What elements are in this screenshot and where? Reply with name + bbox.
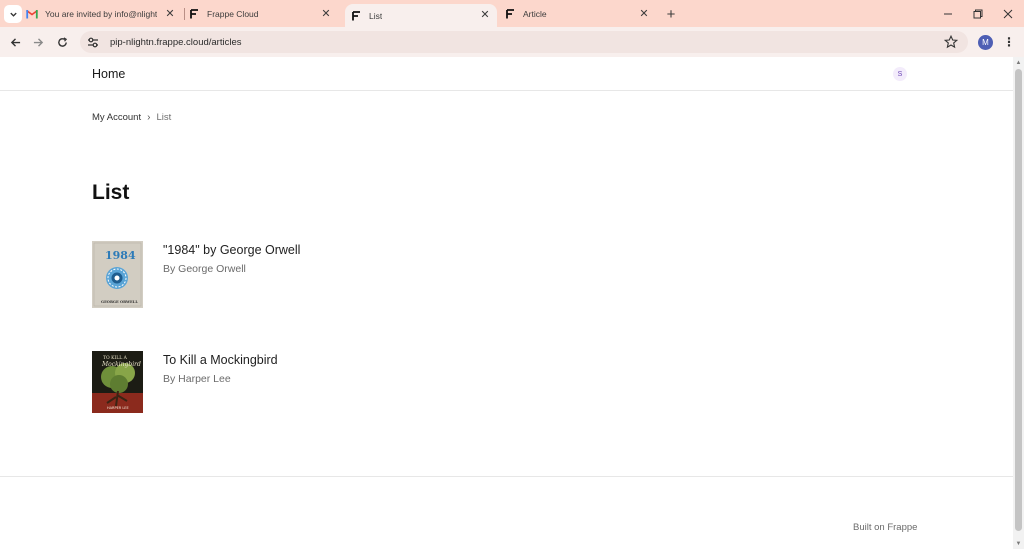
article-author: By George Orwell	[163, 263, 246, 275]
frappe-icon	[504, 8, 516, 20]
list-item[interactable]: 1984 GEORGE ORWELL "1984" by George Orwe…	[92, 241, 300, 308]
list-item[interactable]: TO KILL A Mockingbird HARPER LEE To Kill…	[92, 351, 278, 413]
profile-avatar[interactable]: M	[978, 35, 993, 50]
site-footer: Built on Frappe	[0, 476, 1013, 549]
breadcrumb: My Account › List	[92, 112, 171, 123]
chevron-right-icon: ›	[147, 112, 151, 123]
minimize-button[interactable]	[933, 0, 963, 27]
tab-list[interactable]: List ✕	[345, 4, 497, 27]
tab-title: Article	[523, 8, 547, 19]
frappe-icon	[188, 8, 200, 20]
arrow-left-icon	[10, 37, 20, 47]
scroll-down-icon[interactable]: ▼	[1015, 540, 1022, 547]
cover-mockingbird-image[interactable]: TO KILL A Mockingbird HARPER LEE	[92, 351, 143, 413]
close-window-button[interactable]	[993, 0, 1023, 27]
scrollbar[interactable]: ▲ ▼	[1013, 57, 1024, 549]
restore-button[interactable]	[963, 0, 993, 27]
tab-title: Frappe Cloud	[207, 8, 259, 19]
forward-button[interactable]	[29, 33, 47, 51]
cover-title-text: 1984	[105, 249, 136, 262]
reload-button[interactable]	[53, 33, 71, 51]
chevron-down-icon	[9, 12, 17, 17]
home-link[interactable]: Home	[92, 67, 125, 81]
cover-title-text: Mockingbird	[101, 361, 141, 368]
url-text[interactable]: pip-nlightn.frappe.cloud/articles	[110, 37, 242, 48]
close-icon[interactable]: ✕	[479, 8, 491, 21]
star-icon[interactable]	[944, 35, 958, 49]
tab-divider	[184, 8, 185, 20]
user-avatar[interactable]: S	[893, 67, 907, 81]
scroll-up-icon[interactable]: ▲	[1015, 59, 1022, 66]
site-settings-icon[interactable]	[87, 35, 101, 49]
breadcrumb-current: List	[156, 112, 172, 123]
close-icon	[1003, 9, 1013, 18]
tab-strip: You are invited by info@nlightn ✕ Frappe…	[0, 0, 1024, 27]
reload-icon	[57, 36, 67, 47]
scrollbar-thumb[interactable]	[1015, 69, 1022, 531]
tab-gmail[interactable]: You are invited by info@nlightn ✕	[26, 0, 182, 27]
close-icon[interactable]: ✕	[164, 7, 176, 20]
built-on-frappe-link[interactable]: Built on Frappe	[853, 522, 917, 533]
breadcrumb-my-account[interactable]: My Account	[92, 112, 141, 123]
browser-toolbar: pip-nlightn.frappe.cloud/articles	[0, 27, 1024, 57]
close-icon[interactable]: ✕	[638, 7, 650, 20]
new-tab-button[interactable]: +	[662, 5, 680, 23]
tab-frappe-cloud[interactable]: Frappe Cloud ✕	[188, 0, 338, 27]
minimize-icon	[944, 13, 952, 14]
tab-article[interactable]: Article ✕	[504, 0, 656, 27]
page-title: List	[92, 181, 130, 204]
article-title[interactable]: "1984" by George Orwell	[163, 243, 300, 257]
cover-author-text: GEORGE ORWELL	[101, 300, 138, 304]
cover-author-text: HARPER LEE	[107, 406, 129, 410]
back-button[interactable]	[6, 33, 24, 51]
page-viewport: Home S My Account › List List 1984 GEORG…	[0, 57, 1013, 549]
arrow-right-icon	[33, 37, 43, 47]
plus-icon: +	[666, 5, 676, 23]
close-icon[interactable]: ✕	[320, 7, 332, 20]
tab-title: List	[369, 10, 383, 21]
cover-1984-image[interactable]: 1984 GEORGE ORWELL	[92, 241, 143, 308]
article-author: By Harper Lee	[163, 373, 231, 385]
article-title[interactable]: To Kill a Mockingbird	[163, 353, 278, 367]
address-bar[interactable]: pip-nlightn.frappe.cloud/articles	[80, 31, 968, 53]
frappe-icon	[350, 10, 362, 22]
tab-search-button[interactable]	[4, 5, 22, 23]
more-menu-icon[interactable]: ⋮	[1002, 34, 1016, 50]
tab-title: You are invited by info@nlightn	[45, 8, 157, 19]
gmail-icon	[26, 8, 38, 20]
restore-icon	[973, 9, 983, 18]
site-navbar: Home S	[0, 57, 1013, 91]
